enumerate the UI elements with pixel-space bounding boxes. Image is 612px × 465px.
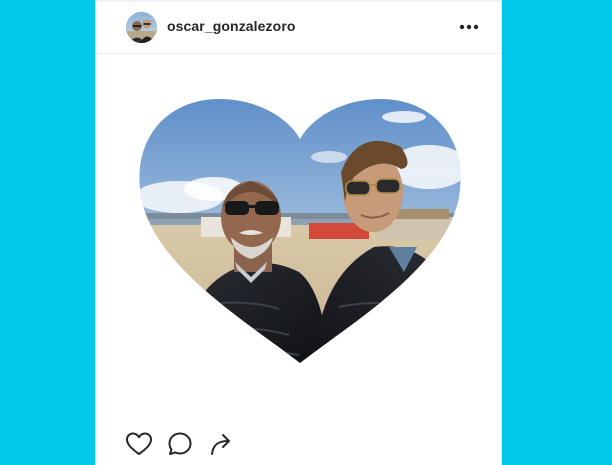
share-button[interactable] [208, 430, 236, 458]
post-card: oscar_gonzalezoro [95, 0, 502, 465]
username-label[interactable]: oscar_gonzalezoro [167, 18, 296, 34]
avatar-image [126, 12, 157, 43]
post-header: oscar_gonzalezoro [96, 2, 501, 54]
more-options-button[interactable] [457, 16, 481, 38]
like-button[interactable] [125, 430, 153, 458]
share-arrow-icon [211, 434, 230, 455]
heart-outline-icon [126, 432, 152, 455]
comment-button[interactable] [166, 430, 194, 458]
heart-shaped-photo [139, 99, 461, 363]
more-horizontal-icon [459, 24, 479, 30]
post-photo-area[interactable] [96, 54, 501, 404]
comment-bubble-icon [168, 432, 192, 455]
avatar[interactable] [126, 12, 157, 43]
post-actions-bar [96, 424, 501, 465]
